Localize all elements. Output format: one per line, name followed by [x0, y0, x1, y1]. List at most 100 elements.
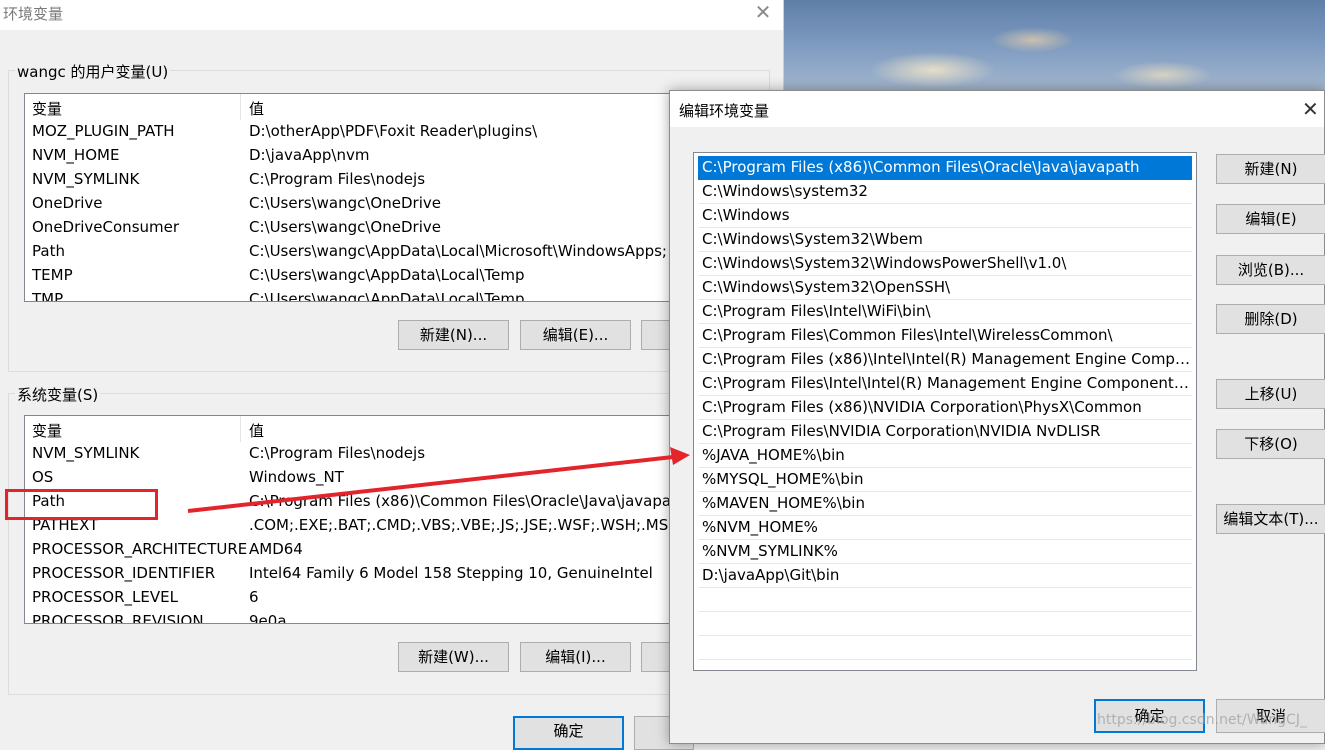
- path-entry-text: C:\Windows\System32\OpenSSH\: [702, 278, 951, 296]
- path-entry-text: %MAVEN_HOME%\bin: [702, 494, 865, 512]
- variable-value: 6: [249, 588, 259, 606]
- edit-dialog-titlebar: 编辑环境变量 ✕: [670, 91, 1324, 127]
- variable-value: C:\Users\wangc\AppData\Local\Temp: [249, 266, 525, 284]
- path-edit-text-button[interactable]: 编辑文本(T)...: [1216, 504, 1325, 534]
- variable-name: PROCESSOR_ARCHITECTURE: [32, 540, 248, 558]
- path-entry-text: D:\javaApp\Git\bin: [702, 566, 840, 584]
- user-new-button[interactable]: 新建(N)...: [398, 320, 509, 350]
- variable-value: AMD64: [249, 540, 303, 558]
- variable-name: OneDriveConsumer: [32, 218, 180, 236]
- path-entry[interactable]: %JAVA_HOME%\bin: [698, 444, 1192, 468]
- path-entry-text: %NVM_SYMLINK%: [702, 542, 838, 560]
- variable-value: D:\javaApp\nvm: [249, 146, 370, 164]
- variable-value: C:\Users\wangc\AppData\Local\Temp: [249, 290, 525, 302]
- path-entry-empty[interactable]: [698, 612, 1192, 636]
- edit-dialog-title: 编辑环境变量: [679, 102, 770, 120]
- watermark-text: https://blog.csdn.net/WangCJ_: [1097, 712, 1307, 728]
- path-entry-text: C:\Windows\System32\WindowsPowerShell\v1…: [702, 254, 1067, 272]
- path-entry[interactable]: D:\javaApp\Git\bin: [698, 564, 1192, 588]
- variable-name: OneDrive: [32, 194, 103, 212]
- column-header-value[interactable]: 值: [249, 420, 264, 441]
- variable-value: Windows_NT: [249, 468, 344, 486]
- path-entry-text: C:\Program Files (x86)\Intel\Intel(R) Ma…: [702, 350, 1190, 368]
- column-header-name[interactable]: 变量: [32, 420, 62, 441]
- user-edit-button-label: 编辑(E)...: [542, 326, 609, 344]
- variable-value: C:\Users\wangc\OneDrive: [249, 194, 441, 212]
- path-entry-text: %MYSQL_HOME%\bin: [702, 470, 864, 488]
- variable-value: C:\Users\wangc\AppData\Local\Microsoft\W…: [249, 242, 667, 260]
- system-variables-label: 系统变量(S): [15, 384, 101, 405]
- path-entry-text: C:\Program Files (x86)\Common Files\Orac…: [702, 158, 1140, 176]
- path-entry[interactable]: C:\Program Files (x86)\Common Files\Orac…: [698, 156, 1192, 180]
- variable-name: TEMP: [32, 266, 73, 284]
- path-entry[interactable]: C:\Program Files\Intel\WiFi\bin\: [698, 300, 1192, 324]
- path-entry[interactable]: C:\Windows\System32\WindowsPowerShell\v1…: [698, 252, 1192, 276]
- path-entry[interactable]: C:\Program Files\Common Files\Intel\Wire…: [698, 324, 1192, 348]
- variable-value: C:\Program Files\nodejs: [249, 444, 426, 462]
- annotation-highlight-box: [5, 489, 158, 520]
- variable-name: TMP: [32, 290, 64, 302]
- path-entries-list[interactable]: C:\Program Files (x86)\Common Files\Orac…: [693, 152, 1197, 671]
- variable-value: C:\Program Files (x86)\Common Files\Orac…: [249, 492, 687, 510]
- variable-value: C:\Users\wangc\OneDrive: [249, 218, 441, 236]
- system-new-button[interactable]: 新建(W)...: [398, 642, 509, 672]
- variable-value: Intel64 Family 6 Model 158 Stepping 10, …: [249, 564, 653, 582]
- path-move-up-button[interactable]: 上移(U): [1216, 379, 1325, 409]
- variable-name: OS: [32, 468, 54, 486]
- path-entry[interactable]: C:\Program Files (x86)\Intel\Intel(R) Ma…: [698, 348, 1192, 372]
- path-entry-text: C:\Windows\System32\Wbem: [702, 230, 923, 248]
- variable-name: Path: [32, 242, 65, 260]
- path-entry-text: C:\Program Files (x86)\NVIDIA Corporatio…: [702, 398, 1142, 416]
- path-entry[interactable]: C:\Windows\System32\Wbem: [698, 228, 1192, 252]
- variable-name: PROCESSOR_IDENTIFIER: [32, 564, 216, 582]
- edit-environment-variable-dialog: 编辑环境变量 ✕ C:\Program Files (x86)\Common F…: [669, 90, 1325, 744]
- path-entry-empty[interactable]: [698, 636, 1192, 660]
- path-entry-text: C:\Program Files\Common Files\Intel\Wire…: [702, 326, 1113, 344]
- edit-dialog-close-icon[interactable]: ✕: [1302, 97, 1319, 121]
- path-entry[interactable]: %NVM_HOME%: [698, 516, 1192, 540]
- column-header-value[interactable]: 值: [249, 98, 264, 119]
- column-divider[interactable]: [240, 94, 241, 120]
- path-entry[interactable]: C:\Windows\System32\OpenSSH\: [698, 276, 1192, 300]
- path-delete-button[interactable]: 删除(D): [1216, 304, 1325, 334]
- path-entry[interactable]: %NVM_SYMLINK%: [698, 540, 1192, 564]
- column-divider[interactable]: [240, 416, 241, 442]
- path-entry-text: C:\Program Files\Intel\WiFi\bin\: [702, 302, 931, 320]
- variable-name: MOZ_PLUGIN_PATH: [32, 122, 175, 140]
- desktop-wallpaper: [783, 0, 1325, 92]
- path-new-button[interactable]: 新建(N): [1216, 154, 1325, 184]
- path-edit-button[interactable]: 编辑(E): [1216, 204, 1325, 234]
- path-entry[interactable]: C:\Program Files\Intel\Intel(R) Manageme…: [698, 372, 1192, 396]
- variable-name: PROCESSOR_LEVEL: [32, 588, 178, 606]
- variable-name: PROCESSOR_REVISION: [32, 612, 204, 624]
- path-entry[interactable]: C:\Windows\system32: [698, 180, 1192, 204]
- env-dialog-title: 环境变量: [3, 5, 64, 23]
- variable-value: 9e0a: [249, 612, 287, 624]
- variable-name: NVM_HOME: [32, 146, 120, 164]
- user-edit-button[interactable]: 编辑(E)...: [520, 320, 631, 350]
- environment-variables-dialog: 环境变量 ✕ wangc 的用户变量(U) 变量 值 MOZ_PLUGIN_PA…: [0, 0, 786, 750]
- env-dialog-close-icon[interactable]: ✕: [752, 0, 774, 24]
- path-entry[interactable]: %MAVEN_HOME%\bin: [698, 492, 1192, 516]
- variable-value: D:\otherApp\PDF\Foxit Reader\plugins\: [249, 122, 538, 140]
- path-move-down-button[interactable]: 下移(O): [1216, 429, 1325, 459]
- variable-name: NVM_SYMLINK: [32, 444, 140, 462]
- env-ok-button[interactable]: 确定: [513, 716, 624, 750]
- path-entry[interactable]: C:\Program Files (x86)\NVIDIA Corporatio…: [698, 396, 1192, 420]
- path-entry[interactable]: C:\Windows: [698, 204, 1192, 228]
- path-entry-text: C:\Program Files\NVIDIA Corporation\NVID…: [702, 422, 1101, 440]
- path-entry-text: %JAVA_HOME%\bin: [702, 446, 845, 464]
- variable-value: .COM;.EXE;.BAT;.CMD;.VBS;.VBE;.JS;.JSE;.…: [249, 516, 679, 534]
- path-entry-text: C:\Program Files\Intel\Intel(R) Manageme…: [702, 374, 1190, 392]
- env-dialog-titlebar: 环境变量 ✕: [0, 0, 783, 30]
- path-entry-text: C:\Windows\system32: [702, 182, 868, 200]
- path-entry[interactable]: %MYSQL_HOME%\bin: [698, 468, 1192, 492]
- column-header-name[interactable]: 变量: [32, 98, 62, 119]
- path-entry[interactable]: C:\Program Files\NVIDIA Corporation\NVID…: [698, 420, 1192, 444]
- path-entry-empty[interactable]: [698, 588, 1192, 612]
- variable-value: C:\Program Files\nodejs: [249, 170, 426, 188]
- system-edit-button[interactable]: 编辑(I)...: [520, 642, 631, 672]
- path-entry-text: %NVM_HOME%: [702, 518, 818, 536]
- variable-name: NVM_SYMLINK: [32, 170, 140, 188]
- path-browse-button[interactable]: 浏览(B)...: [1216, 255, 1325, 285]
